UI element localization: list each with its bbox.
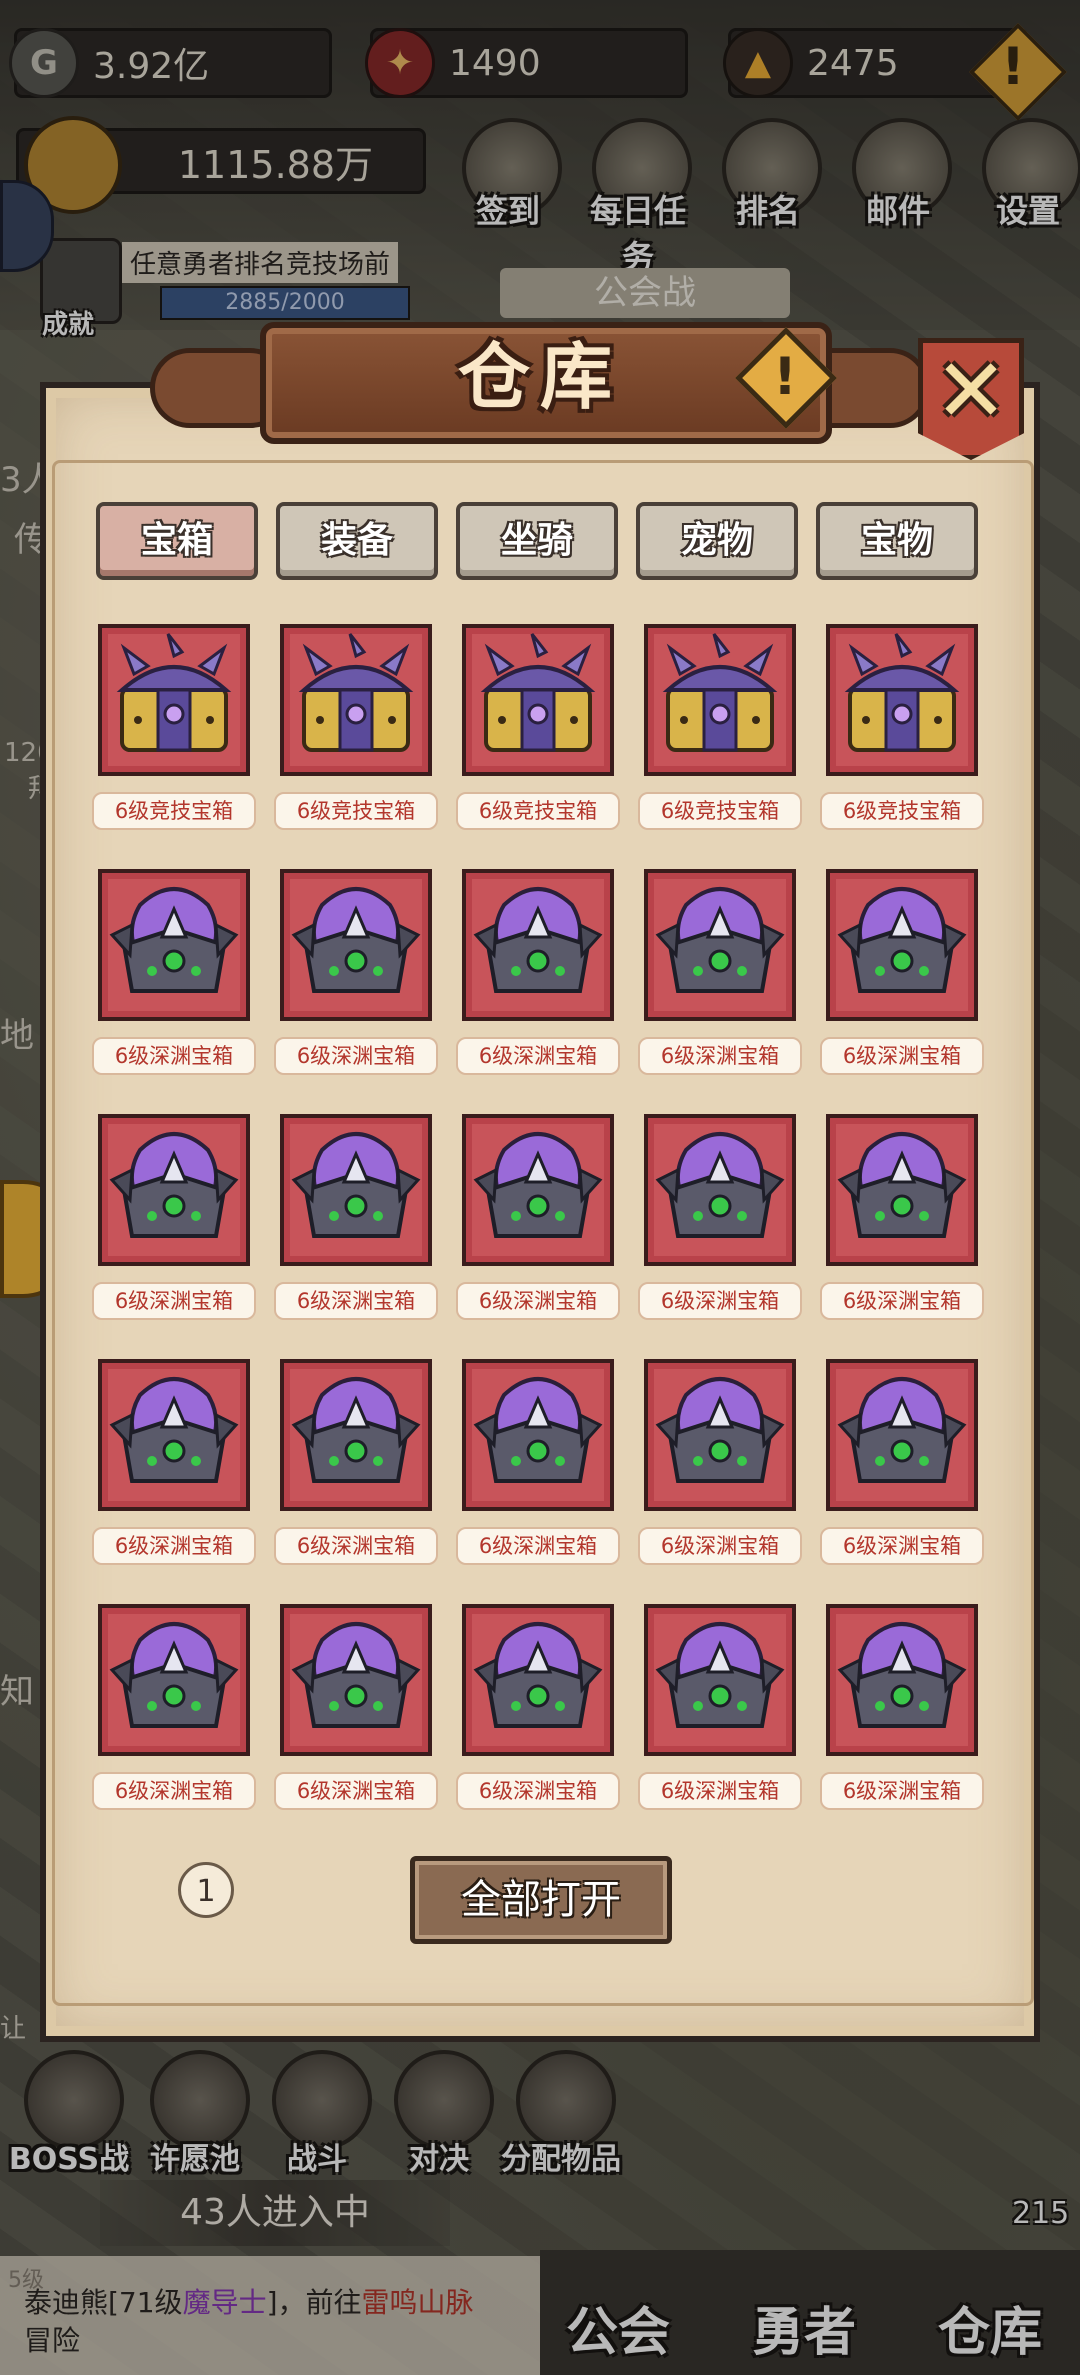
abyss-chest-icon [291,1622,421,1728]
abyss-chest-icon [291,887,421,993]
item-name: 6级深渊宝箱 [638,1282,802,1320]
item-slot[interactable]: 6级深渊宝箱 [638,1359,802,1571]
item-slot[interactable]: 6级竞技宝箱 [638,624,802,836]
item-slot[interactable]: 6级竞技宝箱 [92,624,256,836]
tab-equipment[interactable]: 装备 [276,502,438,580]
item-name: 6级深渊宝箱 [820,1282,984,1320]
item-name: 6级竞技宝箱 [92,792,256,830]
item-slot[interactable]: 6级竞技宝箱 [820,624,984,836]
item-name: 6级深渊宝箱 [456,1772,620,1810]
item-name: 6级深渊宝箱 [456,1527,620,1565]
category-tabs: 宝箱 装备 坐骑 宠物 宝物 [96,502,986,582]
tab-chests[interactable]: 宝箱 [96,502,258,580]
item-name: 6级深渊宝箱 [274,1037,438,1075]
gold-chest-icon [298,633,414,752]
item-name: 6级深渊宝箱 [274,1282,438,1320]
item-slot[interactable]: 6级深渊宝箱 [274,869,438,1081]
item-name: 6级深渊宝箱 [638,1772,802,1810]
item-slot[interactable]: 6级深渊宝箱 [456,869,620,1081]
abyss-chest-icon [837,887,967,993]
abyss-chest-icon [655,1132,785,1238]
item-name: 6级深渊宝箱 [820,1037,984,1075]
item-slot[interactable]: 6级竞技宝箱 [456,624,620,836]
item-slot[interactable]: 6级深渊宝箱 [638,1114,802,1326]
item-name: 6级深渊宝箱 [638,1037,802,1075]
open-all-button[interactable]: 全部打开 [410,1856,672,1944]
gold-chest-icon [480,633,596,752]
item-name: 6级深渊宝箱 [274,1772,438,1810]
item-slot[interactable]: 6级深渊宝箱 [92,869,256,1081]
item-slot[interactable]: 6级深渊宝箱 [820,1604,984,1816]
item-slot[interactable]: 6级深渊宝箱 [638,869,802,1081]
item-slot[interactable]: 6级深渊宝箱 [456,1359,620,1571]
gold-chest-icon [116,633,232,752]
help-button[interactable]: ! [735,327,837,429]
gold-chest-icon [844,633,960,752]
item-name: 6级深渊宝箱 [92,1282,256,1320]
item-slot[interactable]: 6级深渊宝箱 [456,1604,620,1816]
item-slot[interactable]: 6级深渊宝箱 [638,1604,802,1816]
abyss-chest-icon [291,1377,421,1483]
item-slot[interactable]: 6级深渊宝箱 [274,1604,438,1816]
item-slot[interactable]: 6级深渊宝箱 [274,1114,438,1326]
tab-mounts[interactable]: 坐骑 [456,502,618,580]
page-indicator: 1 [178,1862,234,1918]
item-name: 6级竞技宝箱 [456,792,620,830]
item-name: 6级深渊宝箱 [92,1037,256,1075]
close-icon[interactable]: ✕ [918,338,1024,444]
item-slot[interactable]: 6级深渊宝箱 [274,1359,438,1571]
item-slot[interactable]: 6级深渊宝箱 [456,1114,620,1326]
abyss-chest-icon [837,1132,967,1238]
item-name: 6级深渊宝箱 [820,1527,984,1565]
abyss-chest-icon [655,1377,785,1483]
item-name: 6级深渊宝箱 [92,1527,256,1565]
item-slot[interactable]: 6级竞技宝箱 [274,624,438,836]
item-slot[interactable]: 6级深渊宝箱 [820,1114,984,1326]
abyss-chest-icon [655,887,785,993]
abyss-chest-icon [473,1132,603,1238]
gold-chest-icon [662,633,778,752]
abyss-chest-icon [109,1377,239,1483]
item-name: 6级深渊宝箱 [456,1282,620,1320]
abyss-chest-icon [109,1132,239,1238]
item-slot[interactable]: 6级深渊宝箱 [92,1604,256,1816]
item-name: 6级竞技宝箱 [820,792,984,830]
item-slot[interactable]: 6级深渊宝箱 [820,869,984,1081]
item-name: 6级竞技宝箱 [274,792,438,830]
tab-treasures[interactable]: 宝物 [816,502,978,580]
abyss-chest-icon [837,1622,967,1728]
abyss-chest-icon [473,887,603,993]
tab-pets[interactable]: 宠物 [636,502,798,580]
item-name: 6级深渊宝箱 [274,1527,438,1565]
item-name: 6级深渊宝箱 [638,1527,802,1565]
item-name: 6级深渊宝箱 [456,1037,620,1075]
item-slot[interactable]: 6级深渊宝箱 [92,1114,256,1326]
item-slot[interactable]: 6级深渊宝箱 [92,1359,256,1571]
item-name: 6级竞技宝箱 [638,792,802,830]
abyss-chest-icon [837,1377,967,1483]
exclamation-icon: ! [773,347,797,407]
abyss-chest-icon [473,1377,603,1483]
item-name: 6级深渊宝箱 [92,1772,256,1810]
abyss-chest-icon [109,887,239,993]
abyss-chest-icon [473,1622,603,1728]
abyss-chest-icon [109,1622,239,1728]
item-slot[interactable]: 6级深渊宝箱 [820,1359,984,1571]
abyss-chest-icon [655,1622,785,1728]
item-name: 6级深渊宝箱 [820,1772,984,1810]
abyss-chest-icon [291,1132,421,1238]
